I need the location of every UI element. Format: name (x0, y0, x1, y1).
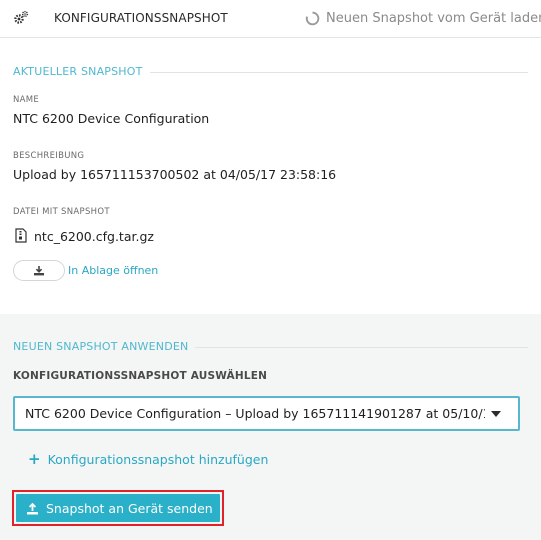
section-title-apply: NEUEN SNAPSHOT ANWENDEN (13, 340, 189, 353)
send-snapshot-label: Snapshot an Gerät senden (46, 500, 213, 516)
name-label: NAME (13, 95, 40, 105)
plus-icon: + (28, 450, 41, 468)
refresh-icon (305, 11, 320, 25)
snapshot-select-value: NTC 6200 Device Configuration – Upload b… (25, 406, 485, 421)
load-snapshot-button[interactable]: Neuen Snapshot vom Gerät laden (305, 9, 541, 27)
header-bar: KONFIGURATIONSSNAPSHOT Neuen Snapshot vo… (0, 0, 541, 38)
upload-icon (27, 502, 38, 514)
current-snapshot-section: AKTUELLER SNAPSHOT NAME NTC 6200 Device … (0, 38, 541, 314)
add-snapshot-label: Konfigurationssnapshot hinzufügen (47, 452, 269, 467)
name-value: NTC 6200 Device Configuration (13, 111, 210, 126)
download-button[interactable] (13, 260, 65, 281)
open-clipboard-link[interactable]: In Ablage öffnen (68, 264, 158, 277)
section-divider (195, 347, 528, 348)
file-label: DATEI MIT SNAPSHOT (13, 207, 110, 217)
snapshot-file-name: ntc_6200.cfg.tar.gz (34, 229, 154, 244)
snapshot-select[interactable]: NTC 6200 Device Configuration – Upload b… (13, 396, 520, 431)
send-snapshot-button[interactable]: Snapshot an Gerät senden (16, 494, 220, 522)
add-snapshot-link[interactable]: + Konfigurationssnapshot hinzufügen (28, 450, 269, 468)
description-label: BESCHREIBUNG (13, 151, 85, 161)
apply-snapshot-section: NEUEN SNAPSHOT ANWENDEN KONFIGURATIONSSN… (0, 314, 541, 540)
download-icon (34, 265, 44, 275)
load-snapshot-label: Neuen Snapshot vom Gerät laden (326, 10, 541, 26)
page-title: KONFIGURATIONSSNAPSHOT (54, 11, 228, 25)
caret-down-icon (491, 411, 501, 417)
gears-icon (14, 10, 29, 24)
archive-file-icon (15, 228, 27, 243)
description-value: Upload by 165711153700502 at 04/05/17 23… (13, 167, 337, 182)
section-divider (150, 72, 528, 73)
section-title-current: AKTUELLER SNAPSHOT (13, 65, 143, 78)
select-snapshot-label: KONFIGURATIONSSNAPSHOT AUSWÄHLEN (13, 370, 268, 382)
page: KONFIGURATIONSSNAPSHOT Neuen Snapshot vo… (0, 0, 541, 540)
